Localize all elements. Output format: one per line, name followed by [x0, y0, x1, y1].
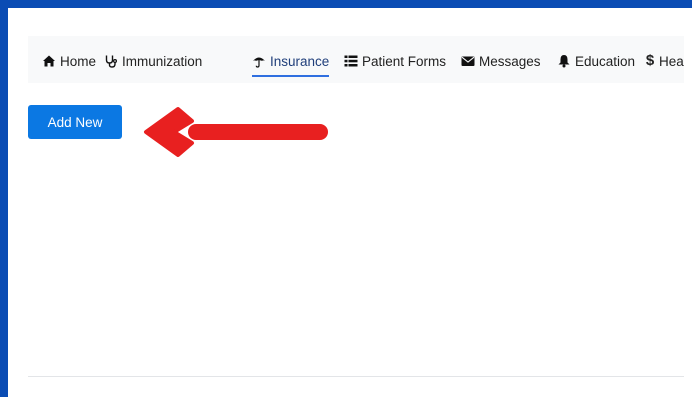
nav-item-label: Patient Forms [362, 53, 447, 69]
nav-item-label: Messages [479, 53, 541, 69]
home-icon [43, 55, 55, 67]
envelope-icon [461, 56, 475, 66]
dollar-icon: $ [645, 52, 655, 69]
red-arrow-annotation [144, 107, 328, 157]
umbrella-icon [253, 57, 265, 68]
nav-item-education[interactable]: Education [557, 50, 635, 72]
list-icon [344, 55, 358, 67]
top-navbar: Home Immunization Insurance Patient Form… [28, 36, 684, 83]
nav-item-patient-forms[interactable]: Patient Forms [344, 50, 446, 72]
nav-item-label: Hea [659, 53, 684, 69]
bell-icon [558, 55, 570, 68]
nav-item-label: Insurance [270, 53, 330, 69]
nav-item-label: Education [575, 53, 636, 69]
nav-item-health[interactable]: $ Hea [645, 50, 684, 72]
stethoscope-icon [105, 55, 118, 68]
content-divider [28, 376, 684, 377]
nav-item-messages[interactable]: Messages [461, 50, 541, 72]
nav-item-home[interactable]: Home [42, 50, 96, 72]
add-new-button[interactable]: Add New [28, 105, 122, 139]
nav-item-insurance[interactable]: Insurance [252, 50, 330, 77]
nav-item-label: Home [60, 53, 97, 69]
nav-item-immunization[interactable]: Immunization [104, 50, 202, 72]
nav-item-label: Immunization [122, 53, 203, 69]
active-tab-underline [252, 75, 330, 77]
